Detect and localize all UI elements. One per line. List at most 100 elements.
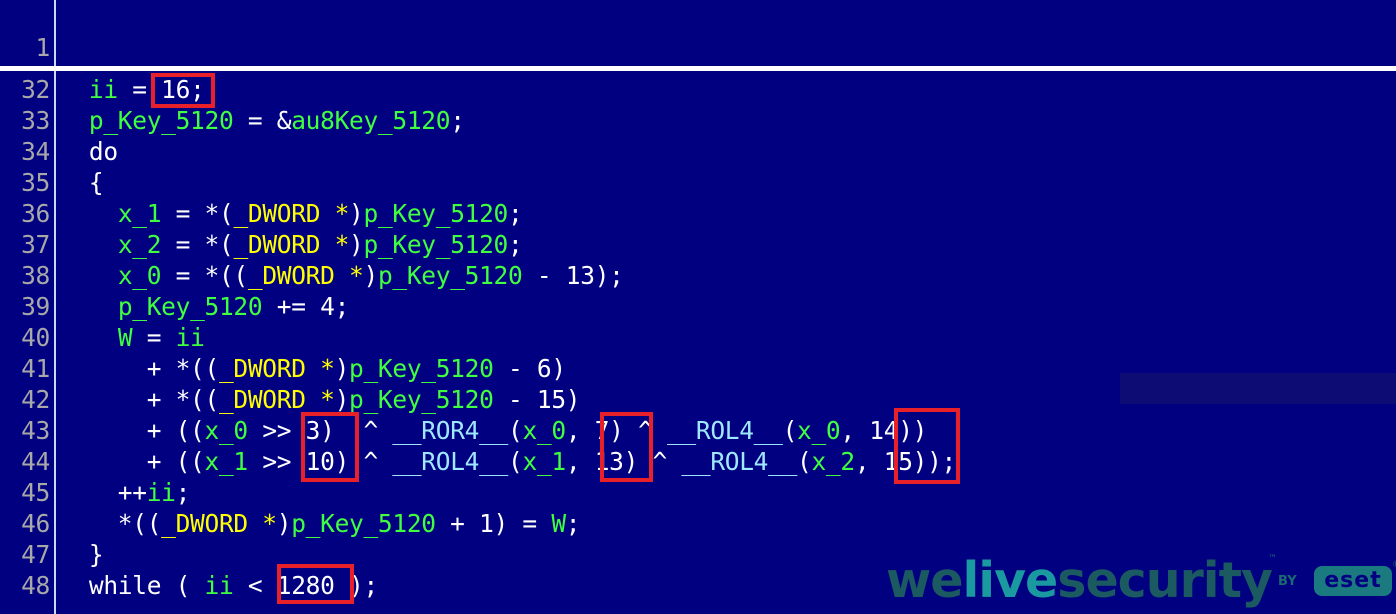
code-line-1[interactable]: 1 int __usercall Crypt::HC128_key_setup@…	[0, 1, 1396, 93]
highlight-box-7-13	[600, 412, 653, 482]
code-token: (	[508, 447, 523, 476]
function-header-pane: 1 int __usercall Crypt::HC128_key_setup@…	[0, 0, 1396, 124]
code-line-2[interactable]: 2 {	[0, 32, 1396, 124]
highlight-box-1280	[277, 564, 354, 604]
registered-symbol: ®	[1392, 560, 1396, 570]
highlight-box-16	[151, 73, 215, 108]
code-token: =	[132, 323, 176, 352]
line-number: 42	[21, 385, 50, 414]
code-token: )	[334, 385, 350, 414]
line-number: 36	[21, 199, 50, 228]
line-number: 35	[21, 168, 50, 197]
code-line-43[interactable]: 43 + ((x_0 >> 3) ^ __ROR4__(x_0, 7) ^ __…	[0, 415, 1396, 446]
code-token: )	[349, 199, 364, 228]
code-token: p_Key_5120	[363, 230, 509, 259]
line-number: 34	[21, 137, 50, 166]
line-number: 40	[21, 323, 50, 352]
code-token: ++	[60, 478, 147, 507]
line-number: 33	[21, 106, 50, 135]
code-token: W	[551, 509, 566, 538]
code-token: _DWORD *	[233, 230, 350, 259]
code-token: _DWORD *	[247, 261, 364, 290]
code-token: = *((	[161, 261, 249, 290]
trademark-symbol: ™	[1268, 554, 1277, 564]
code-token: _DWORD *	[233, 199, 350, 228]
code-token: do	[60, 137, 118, 166]
code-text: W = ii	[60, 322, 205, 353]
code-token: = *(	[161, 230, 234, 259]
code-line-36[interactable]: 36 x_1 = *(_DWORD *)p_Key_5120;	[0, 198, 1396, 229]
code-line-45[interactable]: 45 ++ii;	[0, 477, 1396, 508]
code-token: }	[60, 540, 104, 569]
code-line-39[interactable]: 39 p_Key_5120 += 4;	[0, 291, 1396, 322]
code-line-40[interactable]: 40 W = ii	[0, 322, 1396, 353]
code-token: (	[797, 447, 812, 476]
code-text: p_Key_5120 = &au8Key_5120;	[60, 105, 465, 136]
code-token: x_1	[117, 199, 162, 228]
code-token: p_Key_5120	[377, 261, 523, 290]
code-text: x_0 = *((_DWORD *)p_Key_5120 - 13);	[60, 260, 624, 291]
code-token: ;	[175, 478, 191, 507]
code-text: + *((_DWORD *)p_Key_5120 - 6)	[60, 353, 566, 384]
code-token: au8Key_5120	[291, 106, 451, 135]
code-token: p_Key_5120	[117, 292, 263, 321]
code-text: p_Key_5120 += 4;	[60, 291, 350, 322]
code-token: p_Key_5120	[291, 509, 436, 538]
logo-by: BY	[1278, 574, 1297, 589]
code-text: }	[60, 539, 104, 570]
code-token: while (	[60, 571, 205, 600]
code-token: + *((	[60, 385, 220, 414]
code-line-37[interactable]: 37 x_2 = *(_DWORD *)p_Key_5120;	[0, 229, 1396, 260]
code-token: + ((	[60, 447, 205, 476]
code-line-35[interactable]: 35 {	[0, 167, 1396, 198]
code-token: )	[363, 261, 378, 290]
code-token: _DWORD *	[218, 354, 335, 383]
line-highlight	[1120, 373, 1396, 404]
pseudocode-body-pane: 32 ii = 16; 33 p_Key_5120 = &au8Key_5120;…	[0, 71, 1396, 614]
code-text: x_1 = *(_DWORD *)p_Key_5120;	[60, 198, 523, 229]
code-token: {	[60, 168, 104, 197]
line-number: 47	[21, 540, 50, 569]
line-number: 46	[21, 509, 50, 538]
code-token: __ROL4__	[681, 447, 798, 476]
code-text: + ((x_1 >> 10) ^ __ROL4__(x_1, 13) ^ __R…	[60, 446, 957, 477]
code-token: __ROL4__	[392, 447, 508, 476]
line-number: 37	[21, 230, 50, 259]
code-token: x_0	[117, 261, 162, 290]
code-token: p_Key_5120	[88, 106, 234, 135]
code-token: ii	[204, 571, 234, 600]
code-token: + *((	[60, 354, 220, 383]
line-number: 32	[21, 75, 50, 104]
code-text: do	[60, 136, 118, 167]
code-token: x_1	[522, 447, 566, 476]
code-token: p_Key_5120	[349, 385, 494, 414]
code-token: _DWORD *	[218, 385, 335, 414]
code-token: ii	[175, 323, 205, 352]
code-line-34[interactable]: 34 do	[0, 136, 1396, 167]
code-token: *((	[60, 509, 162, 538]
code-line-44[interactable]: 44 + ((x_1 >> 10) ^ __ROL4__(x_1, 13) ^ …	[0, 446, 1396, 477]
code-token: + 1) =	[435, 509, 552, 538]
code-token: = *(	[161, 199, 234, 228]
code-token: ;	[508, 230, 523, 259]
code-token: ii	[88, 75, 118, 104]
code-text: {	[60, 167, 104, 198]
code-token: - 13);	[522, 261, 624, 290]
code-line-46[interactable]: 46 *((_DWORD *)p_Key_5120 + 1) = W;	[0, 508, 1396, 539]
line-number: 39	[21, 292, 50, 321]
code-token: ;	[450, 106, 465, 135]
code-text: x_2 = *(_DWORD *)p_Key_5120;	[60, 229, 523, 260]
line-number: 41	[21, 354, 50, 383]
code-token: x_0	[797, 416, 841, 445]
code-line-38[interactable]: 38 x_0 = *((_DWORD *)p_Key_5120 - 13);	[0, 260, 1396, 291]
code-token: __ROR4__	[392, 416, 508, 445]
code-token: += 4;	[262, 292, 350, 321]
code-line-33[interactable]: 33 p_Key_5120 = &au8Key_5120;	[0, 105, 1396, 136]
code-token: )	[334, 354, 350, 383]
highlight-box-14-15	[894, 408, 960, 484]
code-text: ++ii;	[60, 477, 191, 508]
